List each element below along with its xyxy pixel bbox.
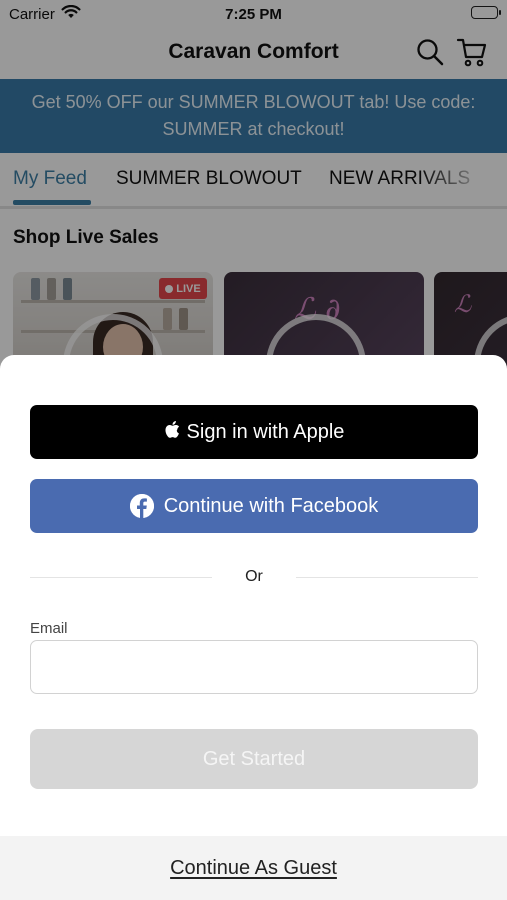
- apple-button-label: Sign in with Apple: [186, 420, 345, 443]
- sign-in-with-apple-button[interactable]: Sign in with Apple: [30, 405, 478, 459]
- get-started-button[interactable]: Get Started: [30, 729, 478, 789]
- or-separator: Or: [245, 568, 263, 585]
- facebook-icon: [129, 494, 154, 518]
- guest-bar: Continue As Guest: [0, 836, 507, 900]
- continue-with-facebook-button[interactable]: Continue with Facebook: [30, 479, 478, 533]
- divider: [30, 577, 212, 578]
- divider: [296, 577, 478, 578]
- continue-as-guest-link[interactable]: Continue As Guest: [170, 857, 337, 880]
- email-field[interactable]: [30, 640, 478, 694]
- facebook-button-label: Continue with Facebook: [163, 494, 379, 517]
- email-label: Email: [30, 620, 68, 637]
- sign-in-sheet: Sign in with Apple Continue with Faceboo…: [0, 355, 507, 900]
- apple-icon: [164, 420, 180, 445]
